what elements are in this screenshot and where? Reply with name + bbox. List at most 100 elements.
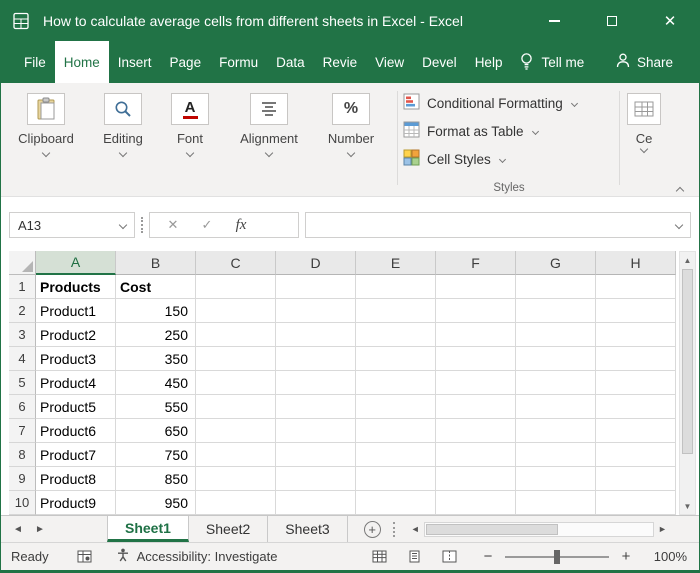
sheet-nav-right-icon[interactable]: ► [29, 516, 51, 542]
cell-A3[interactable]: Product2 [36, 323, 116, 347]
cell-B10[interactable]: 950 [116, 491, 196, 515]
cell-F1[interactable] [436, 275, 516, 299]
cell-C6[interactable] [196, 395, 276, 419]
cell-F3[interactable] [436, 323, 516, 347]
sheet-tab-sheet1[interactable]: Sheet1 [107, 516, 189, 542]
cell-G1[interactable] [516, 275, 596, 299]
alignment-group-button[interactable]: Alignment [233, 93, 305, 156]
row-header-3[interactable]: 3 [9, 323, 36, 347]
cell-A4[interactable]: Product3 [36, 347, 116, 371]
row-header-1[interactable]: 1 [9, 275, 36, 299]
row-header-9[interactable]: 9 [9, 467, 36, 491]
column-header-b[interactable]: B [116, 251, 196, 275]
tab-insert[interactable]: Insert [109, 41, 161, 83]
cell-E7[interactable] [356, 419, 436, 443]
row-header-10[interactable]: 10 [9, 491, 36, 515]
cell-B4[interactable]: 350 [116, 347, 196, 371]
cell-G9[interactable] [516, 467, 596, 491]
tab-data[interactable]: Data [267, 41, 314, 83]
accessibility-status-button[interactable]: Accessibility: Investigate [116, 548, 278, 565]
cell-H3[interactable] [596, 323, 676, 347]
column-header-g[interactable]: G [516, 251, 596, 275]
scroll-down-icon[interactable]: ▼ [680, 498, 695, 514]
maximize-button[interactable] [583, 1, 641, 41]
cell-E5[interactable] [356, 371, 436, 395]
cell-D5[interactable] [276, 371, 356, 395]
page-break-view-button[interactable] [432, 550, 467, 563]
insert-function-button[interactable]: fx [224, 217, 258, 234]
new-sheet-button[interactable]: + [364, 516, 381, 542]
editing-group-button[interactable]: Editing [95, 93, 151, 156]
select-all-corner[interactable] [9, 251, 36, 275]
horizontal-scrollbar[interactable]: ◄ ► [407, 516, 671, 542]
cell-H7[interactable] [596, 419, 676, 443]
zoom-out-button[interactable]: − [481, 548, 495, 565]
formula-bar-splitter[interactable] [141, 217, 143, 233]
conditional-formatting-button[interactable]: Conditional Formatting [403, 89, 615, 117]
cell-D8[interactable] [276, 443, 356, 467]
cell-E6[interactable] [356, 395, 436, 419]
sheet-nav-left-icon[interactable]: ◄ [7, 516, 29, 542]
cell-F7[interactable] [436, 419, 516, 443]
cell-D6[interactable] [276, 395, 356, 419]
scroll-left-icon[interactable]: ◄ [407, 524, 424, 534]
cell-F10[interactable] [436, 491, 516, 515]
cell-H4[interactable] [596, 347, 676, 371]
formula-input[interactable] [305, 212, 691, 238]
cells-group-button[interactable]: Ce [627, 93, 661, 152]
tab-home[interactable]: Home [55, 41, 109, 83]
cell-F8[interactable] [436, 443, 516, 467]
cell-G6[interactable] [516, 395, 596, 419]
zoom-slider[interactable] [505, 549, 609, 565]
cell-C9[interactable] [196, 467, 276, 491]
sheet-bar-splitter[interactable] [393, 522, 395, 537]
cell-F5[interactable] [436, 371, 516, 395]
cell-E1[interactable] [356, 275, 436, 299]
cell-D3[interactable] [276, 323, 356, 347]
tab-file[interactable]: File [15, 41, 55, 83]
cell-E4[interactable] [356, 347, 436, 371]
enter-icon[interactable]: ✓ [190, 217, 224, 233]
cell-F4[interactable] [436, 347, 516, 371]
cell-E9[interactable] [356, 467, 436, 491]
cell-B8[interactable]: 750 [116, 443, 196, 467]
cell-C2[interactable] [196, 299, 276, 323]
macro-record-icon[interactable] [77, 550, 92, 563]
cell-G2[interactable] [516, 299, 596, 323]
cell-A5[interactable]: Product4 [36, 371, 116, 395]
zoom-slider-thumb[interactable] [554, 550, 560, 564]
row-header-6[interactable]: 6 [9, 395, 36, 419]
cell-C7[interactable] [196, 419, 276, 443]
cell-H10[interactable] [596, 491, 676, 515]
tell-me-button[interactable]: Tell me [519, 41, 584, 83]
cell-E8[interactable] [356, 443, 436, 467]
cell-H5[interactable] [596, 371, 676, 395]
clipboard-group-button[interactable]: Clipboard [13, 93, 79, 156]
page-layout-view-button[interactable] [397, 550, 432, 563]
close-button[interactable]: ✕ [641, 1, 699, 41]
cell-B7[interactable]: 650 [116, 419, 196, 443]
cell-A7[interactable]: Product6 [36, 419, 116, 443]
cell-A6[interactable]: Product5 [36, 395, 116, 419]
share-button[interactable]: Share [616, 41, 673, 83]
cell-G7[interactable] [516, 419, 596, 443]
name-box[interactable]: A13 [9, 212, 135, 238]
cell-A10[interactable]: Product9 [36, 491, 116, 515]
cell-C4[interactable] [196, 347, 276, 371]
row-header-7[interactable]: 7 [9, 419, 36, 443]
horizontal-scrollbar-track[interactable] [424, 522, 654, 537]
scroll-right-icon[interactable]: ► [654, 524, 671, 534]
tab-revie[interactable]: Revie [314, 41, 367, 83]
row-header-5[interactable]: 5 [9, 371, 36, 395]
horizontal-scrollbar-thumb[interactable] [426, 524, 558, 535]
vertical-scrollbar-thumb[interactable] [682, 269, 693, 454]
cell-F9[interactable] [436, 467, 516, 491]
cell-C3[interactable] [196, 323, 276, 347]
tab-view[interactable]: View [366, 41, 413, 83]
cell-H6[interactable] [596, 395, 676, 419]
cell-E3[interactable] [356, 323, 436, 347]
cell-F2[interactable] [436, 299, 516, 323]
cell-H2[interactable] [596, 299, 676, 323]
column-header-a[interactable]: A [36, 251, 116, 275]
cell-H9[interactable] [596, 467, 676, 491]
